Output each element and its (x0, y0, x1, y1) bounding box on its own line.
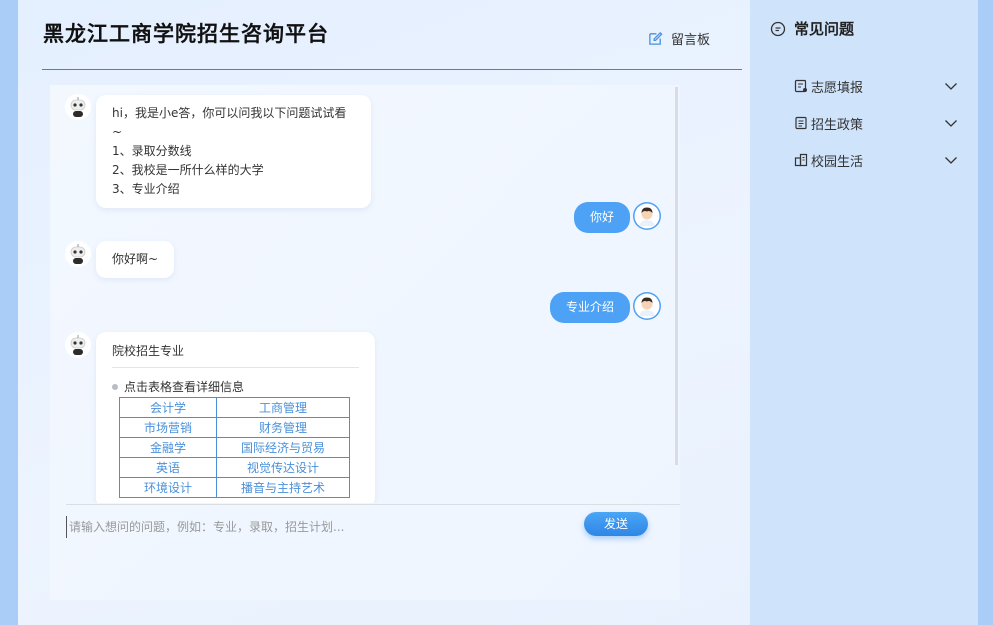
right-frame (978, 0, 993, 625)
major-cell[interactable]: 会计学 (119, 397, 217, 418)
major-cell[interactable]: 市场营销 (119, 417, 217, 438)
chat-bubble-icon (770, 21, 786, 36)
page-title: 黑龙江工商学院招生咨询平台 (43, 22, 329, 46)
faq-title: 常见问题 (794, 20, 855, 38)
major-cell[interactable]: 工商管理 (216, 397, 350, 418)
welcome-line: hi，我是小e答，你可以问我以下问题试试看~ (112, 106, 347, 139)
building-icon (794, 153, 808, 167)
major-cell[interactable]: 财务管理 (216, 417, 350, 438)
chat-panel: hi，我是小e答，你可以问我以下问题试试看~ 1、录取分数线 2、我校是一所什么… (50, 85, 680, 600)
majors-hint: 点击表格查看详细信息 (112, 378, 359, 395)
user-message-bubble: 你好 (574, 202, 631, 233)
chevron-down-icon (945, 120, 957, 127)
faq-item-campus-life[interactable]: 校园生活 (794, 149, 958, 171)
major-cell[interactable]: 英语 (119, 457, 217, 478)
chat-scrollbar[interactable] (675, 87, 678, 465)
message-list[interactable]: hi，我是小e答，你可以问我以下问题试试看~ 1、录取分数线 2、我校是一所什么… (50, 85, 675, 503)
major-cell[interactable]: 国际经济与贸易 (216, 437, 350, 458)
faq-header: 常见问题 (770, 18, 854, 39)
chevron-down-icon (945, 83, 957, 90)
left-frame (0, 0, 18, 625)
edit-icon (649, 31, 663, 45)
faq-item-label: 招生政策 (811, 117, 864, 133)
header-divider (42, 69, 742, 70)
robot-avatar-icon (65, 94, 91, 120)
main-panel: 黑龙江工商学院招生咨询平台 留言板 hi，我是小e答，你可以问我以下问题试试看~… (18, 0, 750, 625)
majors-card-title: 院校招生专业 (112, 342, 359, 368)
document-icon (795, 116, 807, 130)
faq-item-label: 志愿填报 (811, 80, 864, 96)
welcome-line: 3、专业介绍 (112, 182, 180, 196)
majors-table: 会计学 工商管理 市场营销 财务管理 金融学 国际经济与贸易 英语 视觉传达设计 (119, 397, 350, 498)
major-cell[interactable]: 金融学 (119, 437, 217, 458)
major-cell[interactable]: 播音与主持艺术 (216, 477, 350, 498)
faq-sidebar: 常见问题 志愿填报 招生政策 校园生活 (750, 0, 978, 625)
welcome-line: 1、录取分数线 (112, 144, 192, 158)
bot-reply-bubble: 你好啊~ (96, 241, 175, 278)
majors-hint-text: 点击表格查看详细信息 (124, 380, 245, 394)
message-board-button[interactable]: 留言板 (648, 29, 710, 48)
robot-avatar-icon (65, 332, 91, 358)
user-message-bubble: 专业介绍 (550, 292, 631, 323)
bot-reply-text: 你好啊~ (112, 252, 159, 266)
major-cell[interactable]: 环境设计 (119, 477, 217, 498)
majors-card: 院校招生专业 点击表格查看详细信息 会计学 工商管理 市场营销 财务管理 金融学… (96, 332, 375, 503)
form-icon (794, 79, 807, 93)
send-button[interactable]: 发送 (584, 512, 648, 536)
table-row: 英语 视觉传达设计 (119, 457, 350, 478)
major-cell[interactable]: 视觉传达设计 (216, 457, 350, 478)
table-row: 市场营销 财务管理 (119, 417, 350, 438)
chevron-down-icon (945, 157, 957, 164)
welcome-line: 2、我校是一所什么样的大学 (112, 163, 264, 177)
question-input[interactable] (66, 516, 566, 538)
table-row: 会计学 工商管理 (119, 397, 350, 418)
user-avatar-icon (633, 202, 661, 230)
table-row: 金融学 国际经济与贸易 (119, 437, 350, 458)
faq-item-policy[interactable]: 招生政策 (794, 112, 958, 134)
user-avatar-icon (633, 292, 661, 320)
input-divider (66, 504, 680, 505)
robot-avatar-icon (65, 241, 91, 267)
table-row: 环境设计 播音与主持艺术 (119, 477, 350, 498)
faq-item-application[interactable]: 志愿填报 (794, 75, 958, 97)
bullet-dot (112, 383, 118, 390)
bot-welcome-bubble: hi，我是小e答，你可以问我以下问题试试看~ 1、录取分数线 2、我校是一所什么… (96, 95, 371, 208)
faq-item-label: 校园生活 (811, 154, 864, 170)
message-board-label: 留言板 (671, 33, 711, 48)
